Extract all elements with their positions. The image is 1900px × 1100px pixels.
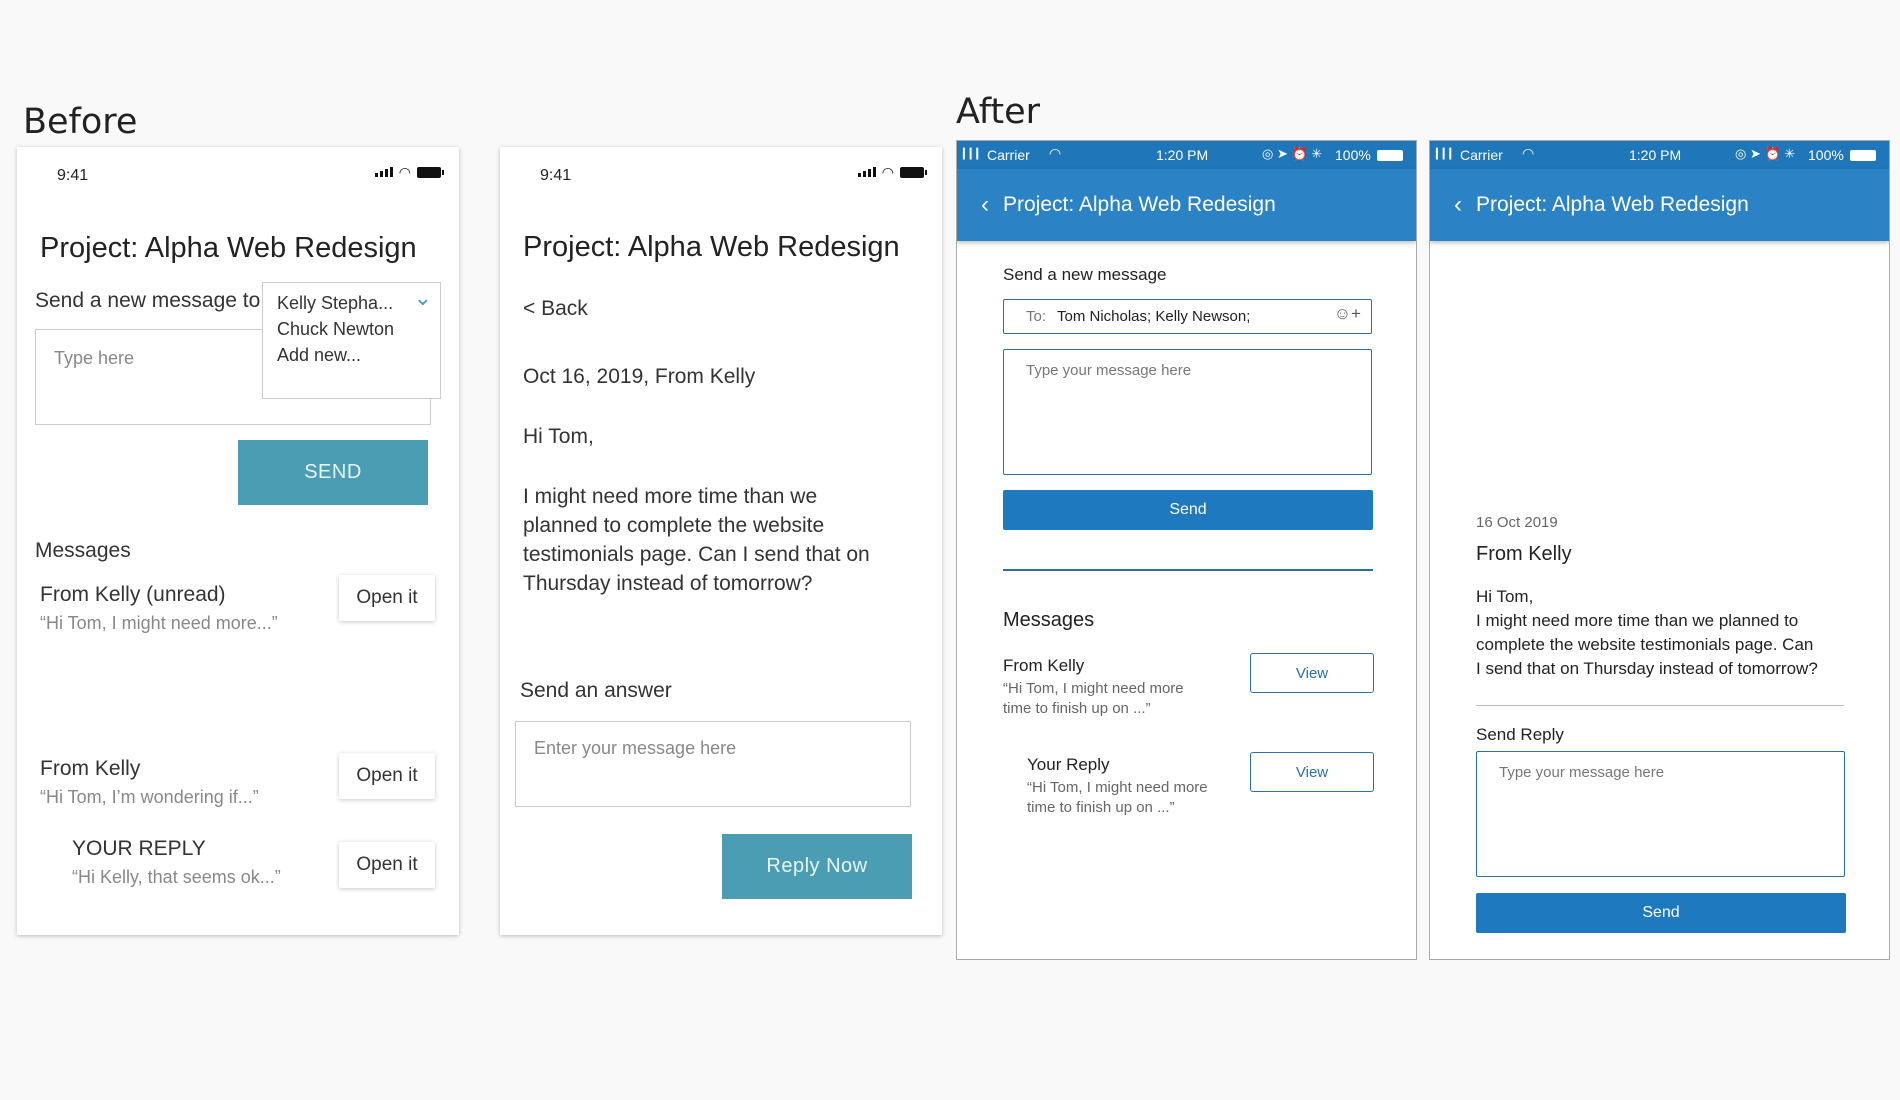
message-meta: Oct 16, 2019, From Kelly: [523, 365, 756, 388]
message-body-line: testimonials page. Can I send that on: [523, 543, 870, 566]
battery-icon: [417, 166, 444, 178]
recipient-option[interactable]: Kelly Stepha...: [277, 293, 393, 314]
reply-preview-line: “Hi Tom, I might need more: [1027, 779, 1208, 796]
after-list-screen: ▎▎▎ Carrier ◠ 1:20 PM ◎ ➤ ⏰ ✳ 100% ‹ Pro…: [956, 140, 1417, 960]
battery-icon: [900, 166, 927, 178]
message-placeholder: Type your message here: [1026, 362, 1192, 379]
before-detail-screen: 9:41 ◠ Project: Alpha Web Redesign < Bac…: [500, 147, 942, 935]
status-icons: ◠: [857, 164, 927, 180]
carrier-label: Carrier: [1460, 147, 1503, 163]
battery-icon: [1850, 150, 1876, 161]
before-list-screen: 9:41 ◠ Project: Alpha Web Redesign Send …: [17, 147, 459, 935]
send-label: Send a new message to: [35, 289, 261, 312]
wifi-icon: ◠: [1522, 145, 1535, 161]
signal-icon: [374, 167, 393, 177]
send-button[interactable]: SEND: [238, 440, 428, 505]
recipient-option[interactable]: Chuck Newton: [277, 319, 394, 340]
reply-from: Your Reply: [1027, 755, 1110, 774]
after-detail-screen: ▎▎▎ Carrier ◠ 1:20 PM ◎ ➤ ⏰ ✳ 100% ‹ Pro…: [1429, 140, 1890, 960]
wifi-icon: ◠: [1049, 145, 1062, 161]
message-body-line: I send that on Thursday instead of tomor…: [1476, 659, 1818, 678]
status-icons: ◎ ➤ ⏰ ✳: [1735, 146, 1796, 161]
status-time: 9:41: [540, 167, 572, 184]
after-label: After: [956, 92, 1041, 132]
send-reply-button[interactable]: Send: [1476, 893, 1846, 933]
message-body-line: Thursday instead of tomorrow?: [523, 572, 813, 595]
message-preview: “Hi Tom, I might need more...”: [40, 613, 278, 633]
add-contact-icon[interactable]: ☺+: [1334, 304, 1361, 324]
status-time: 9:41: [57, 167, 89, 184]
page-title: Project: Alpha Web Redesign: [523, 231, 900, 263]
chevron-left-icon[interactable]: ‹: [1454, 191, 1462, 219]
send-heading: Send a new message: [1003, 265, 1167, 284]
battery-icon: [1377, 150, 1403, 161]
view-reply-button[interactable]: View: [1250, 752, 1374, 792]
battery-percent: 100%: [1335, 147, 1371, 163]
reply-preview-line: time to finish up on ...”: [1027, 799, 1175, 816]
message-preview: “Hi Tom, I’m wondering if...”: [40, 787, 259, 807]
page-title: Project: Alpha Web Redesign: [40, 232, 417, 264]
message-preview-line: “Hi Tom, I might need more: [1003, 680, 1184, 697]
message-body-line: I might need more time than we planned t…: [1476, 611, 1799, 630]
chevron-left-icon[interactable]: ‹: [981, 191, 989, 219]
divider: [1003, 569, 1373, 571]
wifi-icon: ◠: [398, 164, 411, 180]
reply-input[interactable]: Type your message here: [1476, 751, 1845, 877]
status-icons: ◎ ➤ ⏰ ✳: [1262, 146, 1323, 161]
reply-preview: “Hi Kelly, that seems ok...”: [72, 867, 281, 887]
nav-bar: ‹ Project: Alpha Web Redesign: [1430, 169, 1889, 241]
send-button[interactable]: Send: [1003, 490, 1373, 530]
message-body-line: complete the website testimonials page. …: [1476, 635, 1814, 654]
status-icons: ◠: [374, 164, 444, 180]
message-body-line: Hi Tom,: [1476, 587, 1534, 606]
nav-title: Project: Alpha Web Redesign: [1003, 193, 1276, 216]
nav-bar: ‹ Project: Alpha Web Redesign: [957, 169, 1416, 241]
message-body-line: planned to complete the website: [523, 514, 825, 537]
message-body-line: I might need more time than we: [523, 485, 818, 508]
recipient-dropdown[interactable]: Kelly Stepha... Chuck Newton Add new... …: [262, 282, 441, 399]
to-label: To:: [1026, 308, 1047, 325]
to-field[interactable]: To: Tom Nicholas; Kelly Newson; ☺+: [1003, 299, 1372, 334]
divider: [1476, 705, 1844, 706]
message-placeholder: Type here: [54, 348, 135, 368]
reply-now-button[interactable]: Reply Now: [722, 834, 912, 899]
message-input[interactable]: Type your message here: [1003, 349, 1372, 475]
open-message-button[interactable]: Open it: [339, 575, 435, 621]
signal-icon: [857, 167, 876, 177]
signal-icon: ▎▎▎: [963, 149, 984, 160]
message-greeting: Hi Tom,: [523, 425, 594, 448]
message-preview-line: time to finish up on ...”: [1003, 700, 1151, 717]
message-from: From Kelly: [1003, 656, 1085, 675]
reply-from: YOUR REPLY: [72, 837, 206, 860]
open-message-button[interactable]: Open it: [339, 753, 435, 799]
reply-label: Send Reply: [1476, 725, 1564, 744]
battery-percent: 100%: [1808, 147, 1844, 163]
messages-heading: Messages: [1003, 609, 1095, 631]
answer-label: Send an answer: [520, 679, 672, 702]
message-from: From Kelly (unread): [40, 583, 226, 606]
carrier-label: Carrier: [987, 147, 1030, 163]
to-value: Tom Nicholas; Kelly Newson;: [1057, 308, 1251, 325]
wifi-icon: ◠: [881, 164, 894, 180]
answer-placeholder: Enter your message here: [534, 738, 737, 758]
view-message-button[interactable]: View: [1250, 653, 1374, 693]
open-reply-button[interactable]: Open it: [339, 842, 435, 888]
messages-heading: Messages: [35, 539, 131, 562]
ios-status-bar: ▎▎▎ Carrier ◠ 1:20 PM ◎ ➤ ⏰ ✳ 100%: [957, 141, 1416, 169]
nav-title: Project: Alpha Web Redesign: [1476, 193, 1749, 216]
reply-placeholder: Type your message here: [1499, 764, 1665, 781]
message-from: From Kelly: [40, 757, 141, 780]
message-date: 16 Oct 2019: [1476, 514, 1558, 531]
chevron-down-icon[interactable]: ⌄: [414, 285, 432, 311]
before-label: Before: [23, 102, 138, 142]
answer-input[interactable]: Enter your message here: [515, 721, 911, 807]
status-time: 1:20 PM: [1629, 147, 1682, 163]
back-link[interactable]: < Back: [523, 297, 588, 321]
add-new-option[interactable]: Add new...: [277, 345, 361, 366]
status-time: 1:20 PM: [1156, 147, 1209, 163]
signal-icon: ▎▎▎: [1436, 149, 1457, 160]
message-from: From Kelly: [1476, 543, 1572, 565]
ios-status-bar: ▎▎▎ Carrier ◠ 1:20 PM ◎ ➤ ⏰ ✳ 100%: [1430, 141, 1889, 169]
